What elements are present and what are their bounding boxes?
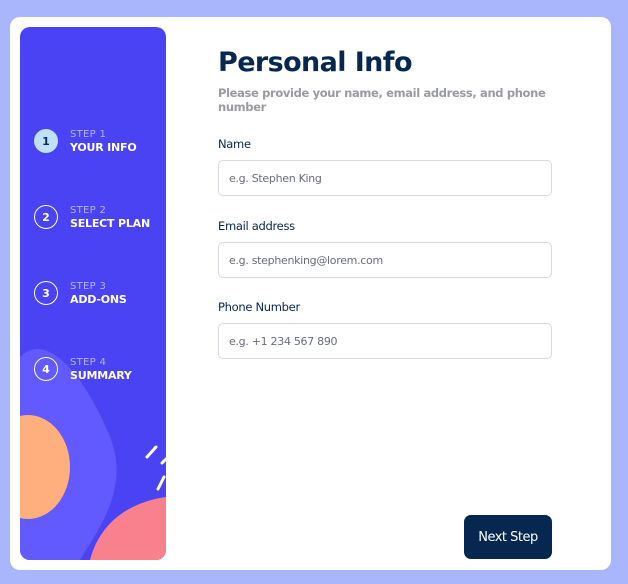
name-input[interactable] [218, 160, 552, 196]
step-number-badge: 3 [34, 281, 58, 305]
email-label: Email address [218, 219, 295, 233]
next-step-button[interactable]: Next Step [464, 515, 552, 559]
sparkle-line [160, 457, 166, 465]
step-label: STEP 1 [70, 129, 107, 140]
step-your-info[interactable]: 1 STEP 1 YOUR INFO [34, 128, 137, 154]
step-number-badge: 4 [34, 357, 58, 381]
sparkle-line [156, 475, 166, 491]
sparkle-line [145, 445, 158, 459]
form-card: 1 STEP 1 YOUR INFO 2 STEP 2 SELECT PLAN … [10, 17, 611, 570]
email-field-group: Email address [218, 219, 552, 278]
step-select-plan[interactable]: 2 STEP 2 SELECT PLAN [34, 204, 150, 230]
steps-sidebar: 1 STEP 1 YOUR INFO 2 STEP 2 SELECT PLAN … [20, 27, 166, 560]
main-content: Personal Info Please provide your name, … [218, 47, 558, 359]
step-add-ons[interactable]: 3 STEP 3 ADD-ONS [34, 280, 127, 306]
step-label: STEP 2 [70, 205, 107, 216]
step-number-badge: 1 [34, 129, 58, 153]
step-title: SUMMARY [70, 369, 132, 382]
step-title: YOUR INFO [70, 141, 137, 154]
phone-input[interactable] [218, 323, 552, 359]
step-label: STEP 3 [70, 281, 107, 292]
step-title: ADD-ONS [70, 293, 127, 306]
page-title: Personal Info [218, 47, 413, 78]
name-label: Name [218, 137, 251, 151]
step-number-badge: 2 [34, 205, 58, 229]
step-label: STEP 4 [70, 357, 107, 368]
phone-field-group: Phone Number [218, 300, 552, 359]
step-title: SELECT PLAN [70, 217, 150, 230]
email-input[interactable] [218, 242, 552, 278]
phone-label: Phone Number [218, 300, 300, 314]
page-subtitle: Please provide your name, email address,… [218, 86, 546, 114]
step-summary[interactable]: 4 STEP 4 SUMMARY [34, 356, 132, 382]
name-field-group: Name [218, 137, 552, 196]
